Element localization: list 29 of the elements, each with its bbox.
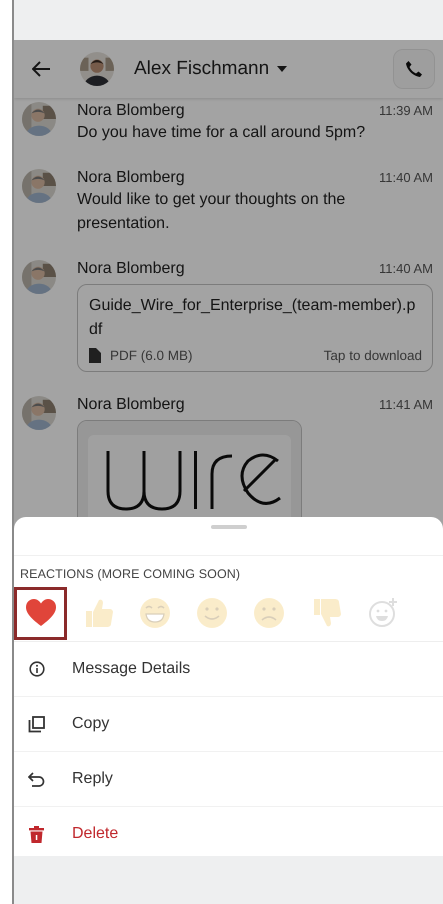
file-info: PDF (6.0 MB) (110, 348, 194, 363)
info-icon (28, 661, 44, 677)
drag-handle[interactable] (210, 525, 246, 529)
download-link[interactable]: Tap to download (324, 348, 422, 363)
menu-item[interactable]: Reply (14, 752, 443, 807)
caret-icon[interactable] (277, 66, 288, 72)
message-time: 11:41 AM (379, 397, 433, 412)
reaction-button[interactable] (14, 586, 67, 640)
back-arrow-icon[interactable] (32, 61, 50, 77)
file-attachment[interactable]: Guide_Wire_for_Enterprise_(team-member).pdf PDF (6.0 MB) Tap to download (77, 284, 433, 372)
phone-icon (405, 60, 423, 78)
menu-item[interactable]: Message Details (14, 642, 443, 697)
sender-name: Nora Blomberg (77, 102, 185, 120)
copy-icon (28, 716, 45, 732)
reply-icon (28, 772, 45, 786)
menu-item[interactable]: Copy (14, 697, 443, 752)
sender-name: Nora Blomberg (77, 169, 185, 187)
call-button[interactable] (393, 49, 435, 89)
message-time: 11:39 AM (379, 103, 433, 118)
sender-name: Nora Blomberg (77, 260, 185, 278)
file-icon (89, 348, 101, 363)
contact-name[interactable]: Alex Fischmann (134, 58, 270, 80)
message-text: Do you have time for a call around 5pm? (77, 123, 366, 143)
sender-name: Nora Blomberg (77, 396, 185, 414)
trash-icon (29, 826, 44, 842)
message-time: 11:40 AM (379, 261, 433, 276)
message-time: 11:40 AM (379, 170, 433, 185)
message-text: Would like to get your thoughts on the presentation. (77, 190, 346, 234)
reactions-label: REACTIONS (MORE COMING SOON) (14, 555, 443, 581)
